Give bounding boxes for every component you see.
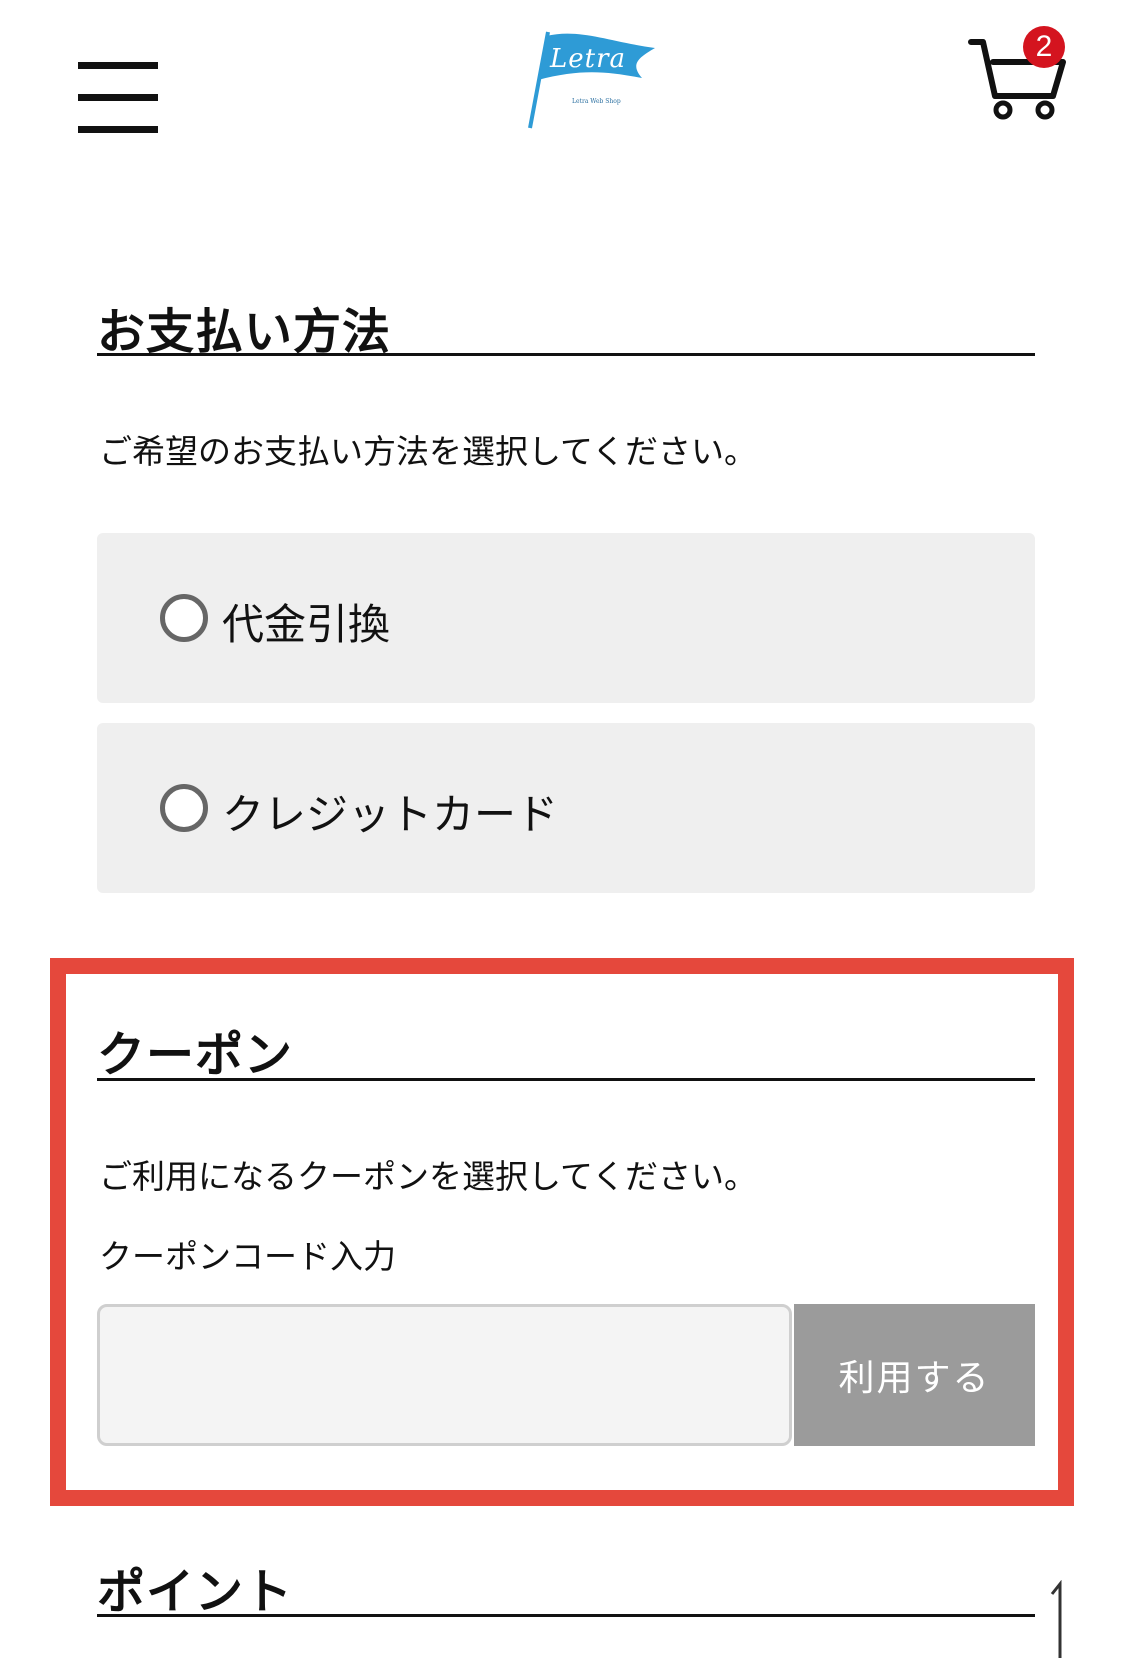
apply-coupon-button[interactable]: 利用する	[794, 1304, 1035, 1446]
payment-option-label: 代金引換	[222, 600, 391, 649]
radio-button[interactable]	[160, 784, 208, 832]
flag-icon	[528, 31, 655, 129]
payment-option-label: クレジットカード	[222, 790, 559, 839]
payment-title-divider	[97, 353, 1035, 356]
coupon-section-title: クーポン	[97, 1027, 294, 1083]
payment-option-credit-card[interactable]: クレジットカード	[97, 723, 1035, 893]
payment-section-title: お支払い方法	[97, 304, 392, 360]
logo-subtext: Letra Web Shop	[572, 98, 621, 105]
point-title-divider	[97, 1614, 1035, 1617]
menu-bar-icon	[78, 94, 158, 101]
logo-text: Letra	[550, 44, 627, 74]
shop-logo[interactable]: Letra Letra Web Shop	[510, 20, 670, 135]
coupon-description: ご利用になるクーポンを選択してください。	[99, 1157, 758, 1196]
scroll-indicator-icon	[1050, 1580, 1062, 1658]
cart-button[interactable]: 2	[965, 24, 1075, 124]
payment-description: ご希望のお支払い方法を選択してください。	[99, 432, 758, 471]
cart-count-badge: 2	[1023, 26, 1065, 68]
payment-option-cod[interactable]: 代金引換	[97, 533, 1035, 703]
hamburger-menu-button[interactable]	[70, 50, 160, 133]
menu-bar-icon	[78, 62, 158, 69]
coupon-code-input[interactable]	[97, 1304, 792, 1446]
coupon-code-label: クーポンコード入力	[99, 1237, 396, 1276]
coupon-title-divider	[97, 1078, 1035, 1081]
menu-bar-icon	[78, 126, 158, 133]
point-section-title: ポイント	[97, 1564, 294, 1620]
radio-button[interactable]	[160, 594, 208, 642]
